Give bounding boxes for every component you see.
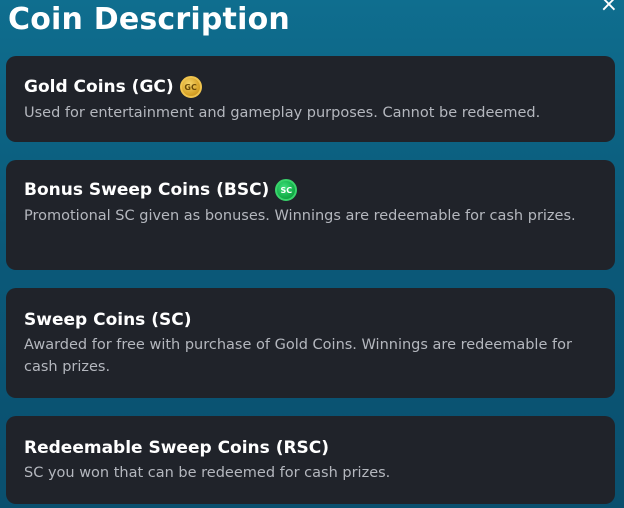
coin-card-sweep: Sweep Coins (SC) Awarded for free with p… xyxy=(6,288,615,398)
card-title-text: Redeemable Sweep Coins (RSC) xyxy=(24,438,330,458)
coin-card-redeemable-sweep: Redeemable Sweep Coins (RSC) SC you won … xyxy=(6,416,615,504)
card-title-text: Bonus Sweep Coins (BSC) xyxy=(24,180,270,200)
gold-coin-icon: GC xyxy=(179,76,202,98)
coin-card-gold: Gold Coins (GC) GC Used for entertainmen… xyxy=(6,56,615,142)
card-title-text: Gold Coins (GC) xyxy=(24,77,174,97)
card-description: Awarded for free with purchase of Gold C… xyxy=(24,337,572,375)
card-title: Sweep Coins (SC) xyxy=(24,310,597,330)
sweep-coin-icon: SC xyxy=(275,179,298,201)
coin-card-bonus-sweep: Bonus Sweep Coins (BSC) SC Promotional S… xyxy=(6,160,615,270)
card-title: Bonus Sweep Coins (BSC) SC xyxy=(24,179,597,201)
card-title: Gold Coins (GC) GC xyxy=(24,76,597,98)
card-description: Used for entertainment and gameplay purp… xyxy=(24,105,541,121)
card-description: Promotional SC given as bonuses. Winning… xyxy=(24,208,576,224)
page-title: Coin Description xyxy=(8,2,290,37)
card-description: SC you won that can be redeemed for cash… xyxy=(24,465,391,481)
card-title: Redeemable Sweep Coins (RSC) xyxy=(24,438,597,458)
close-icon[interactable]: × xyxy=(600,0,618,16)
card-title-text: Sweep Coins (SC) xyxy=(24,310,192,330)
